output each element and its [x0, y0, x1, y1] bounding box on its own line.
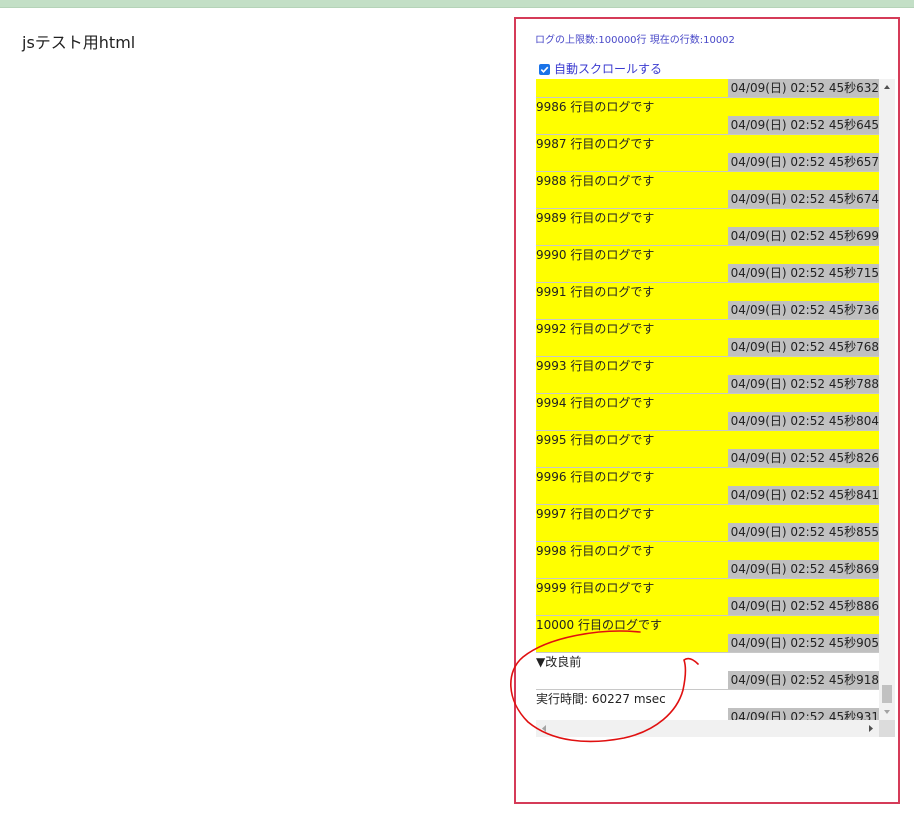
log-message: 9996 行目のログです — [536, 470, 655, 484]
log-timestamp: 04/09(日) 02:52 45秒715 — [728, 264, 879, 282]
log-message: 9994 行目のログです — [536, 396, 655, 410]
log-timestamp: 04/09(日) 02:52 45秒632 — [728, 79, 879, 97]
log-list[interactable]: 04/09(日) 02:52 45秒632 9986 行目のログです 04/09(… — [536, 79, 879, 720]
log-timestamp: 04/09(日) 02:52 45秒788 — [728, 375, 879, 393]
log-message: 9988 行目のログです — [536, 174, 655, 188]
log-entry-partial: 04/09(日) 02:52 45秒632 — [536, 79, 879, 97]
log-message: 9999 行目のログです — [536, 581, 655, 595]
log-entry: 実行時間: 60227 msec 04/09(日) 02:52 45秒931 — [536, 689, 879, 720]
log-status-text: ログの上限数:100000行 現在の行数:10002 — [535, 35, 735, 46]
autoscroll-toggle[interactable]: 自動スクロールする — [539, 61, 662, 77]
log-entry: 9987 行目のログです 04/09(日) 02:52 45秒657 — [536, 134, 879, 171]
log-timestamp: 04/09(日) 02:52 45秒855 — [728, 523, 879, 541]
log-entry: 9994 行目のログです 04/09(日) 02:52 45秒804 — [536, 393, 879, 430]
log-entry: 9991 行目のログです 04/09(日) 02:52 45秒736 — [536, 282, 879, 319]
log-timestamp: 04/09(日) 02:52 45秒804 — [728, 412, 879, 430]
vertical-scroll-thumb[interactable] — [882, 685, 892, 703]
browser-top-strip — [0, 0, 914, 8]
log-message: 9991 行目のログです — [536, 285, 655, 299]
log-message: 9989 行目のログです — [536, 211, 655, 225]
log-timestamp: 04/09(日) 02:52 45秒657 — [728, 153, 879, 171]
log-timestamp: 04/09(日) 02:52 45秒869 — [728, 560, 879, 578]
arrow-down-icon[interactable] — [879, 704, 895, 720]
checkmark-icon[interactable] — [539, 63, 550, 75]
log-timestamp: 04/09(日) 02:52 45秒768 — [728, 338, 879, 356]
log-entry: 9995 行目のログです 04/09(日) 02:52 45秒826 — [536, 430, 879, 467]
horizontal-scrollbar[interactable] — [536, 720, 879, 737]
log-entry: 9996 行目のログです 04/09(日) 02:52 45秒841 — [536, 467, 879, 504]
log-timestamp: 04/09(日) 02:52 45秒886 — [728, 597, 879, 615]
log-timestamp: 04/09(日) 02:52 45秒905 — [728, 634, 879, 652]
vertical-scrollbar[interactable] — [879, 79, 895, 720]
log-message: 9992 行目のログです — [536, 322, 655, 336]
log-entry: 10000 行目のログです 04/09(日) 02:52 45秒905 — [536, 615, 879, 652]
log-message: 9993 行目のログです — [536, 359, 655, 373]
log-timestamp: 04/09(日) 02:52 45秒699 — [728, 227, 879, 245]
log-entry: ▼改良前 04/09(日) 02:52 45秒918 — [536, 652, 879, 689]
log-message: ▼改良前 — [536, 655, 582, 669]
log-timestamp: 04/09(日) 02:52 45秒736 — [728, 301, 879, 319]
arrow-right-icon[interactable] — [863, 720, 879, 737]
log-entry: 9993 行目のログです 04/09(日) 02:52 45秒788 — [536, 356, 879, 393]
log-entry: 9989 行目のログです 04/09(日) 02:52 45秒699 — [536, 208, 879, 245]
log-timestamp: 04/09(日) 02:52 45秒841 — [728, 486, 879, 504]
log-timestamp: 04/09(日) 02:52 45秒918 — [728, 671, 879, 689]
scrollbar-corner — [879, 720, 895, 737]
log-entry: 9986 行目のログです 04/09(日) 02:52 45秒645 — [536, 97, 879, 134]
log-timestamp: 04/09(日) 02:52 45秒674 — [728, 190, 879, 208]
log-message: 実行時間: 60227 msec — [536, 692, 666, 706]
page-title: jsテスト用html — [22, 33, 136, 52]
log-timestamp: 04/09(日) 02:52 45秒826 — [728, 449, 879, 467]
log-entry: 9998 行目のログです 04/09(日) 02:52 45秒869 — [536, 541, 879, 578]
log-entry: 9990 行目のログです 04/09(日) 02:52 45秒715 — [536, 245, 879, 282]
log-message: 9998 行目のログです — [536, 544, 655, 558]
arrow-up-icon[interactable] — [879, 79, 895, 95]
log-timestamp: 04/09(日) 02:52 45秒645 — [728, 116, 879, 134]
log-message: 9995 行目のログです — [536, 433, 655, 447]
log-entry: 9992 行目のログです 04/09(日) 02:52 45秒768 — [536, 319, 879, 356]
log-message: 9986 行目のログです — [536, 100, 655, 114]
autoscroll-label[interactable]: 自動スクロールする — [554, 61, 662, 77]
log-message: 10000 行目のログです — [536, 618, 662, 632]
arrow-left-icon[interactable] — [536, 720, 552, 737]
log-message: 9990 行目のログです — [536, 248, 655, 262]
log-message: 9997 行目のログです — [536, 507, 655, 521]
log-message: 9987 行目のログです — [536, 137, 655, 151]
log-entry: 9999 行目のログです 04/09(日) 02:52 45秒886 — [536, 578, 879, 615]
log-timestamp: 04/09(日) 02:52 45秒931 — [728, 708, 879, 720]
log-entry: 9988 行目のログです 04/09(日) 02:52 45秒674 — [536, 171, 879, 208]
log-entry: 9997 行目のログです 04/09(日) 02:52 45秒855 — [536, 504, 879, 541]
